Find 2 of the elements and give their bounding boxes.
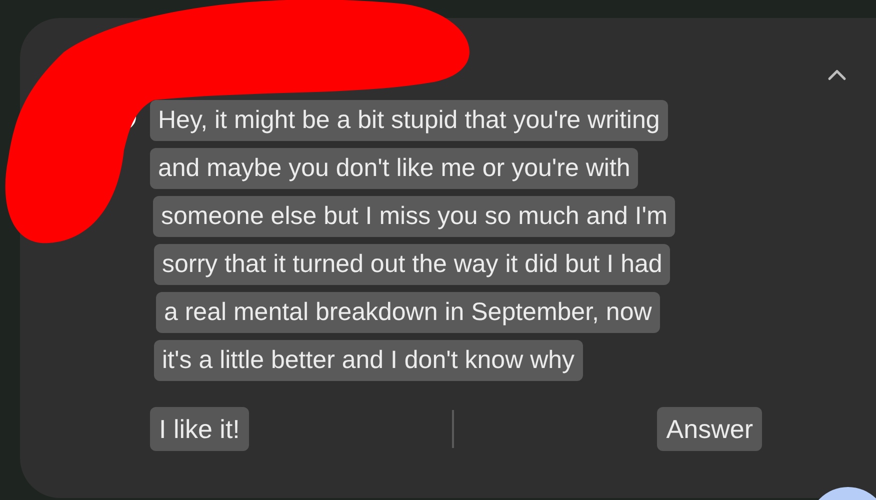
action-button[interactable]: I like it! [150, 407, 249, 451]
action-button[interactable]: Answer [657, 407, 762, 451]
